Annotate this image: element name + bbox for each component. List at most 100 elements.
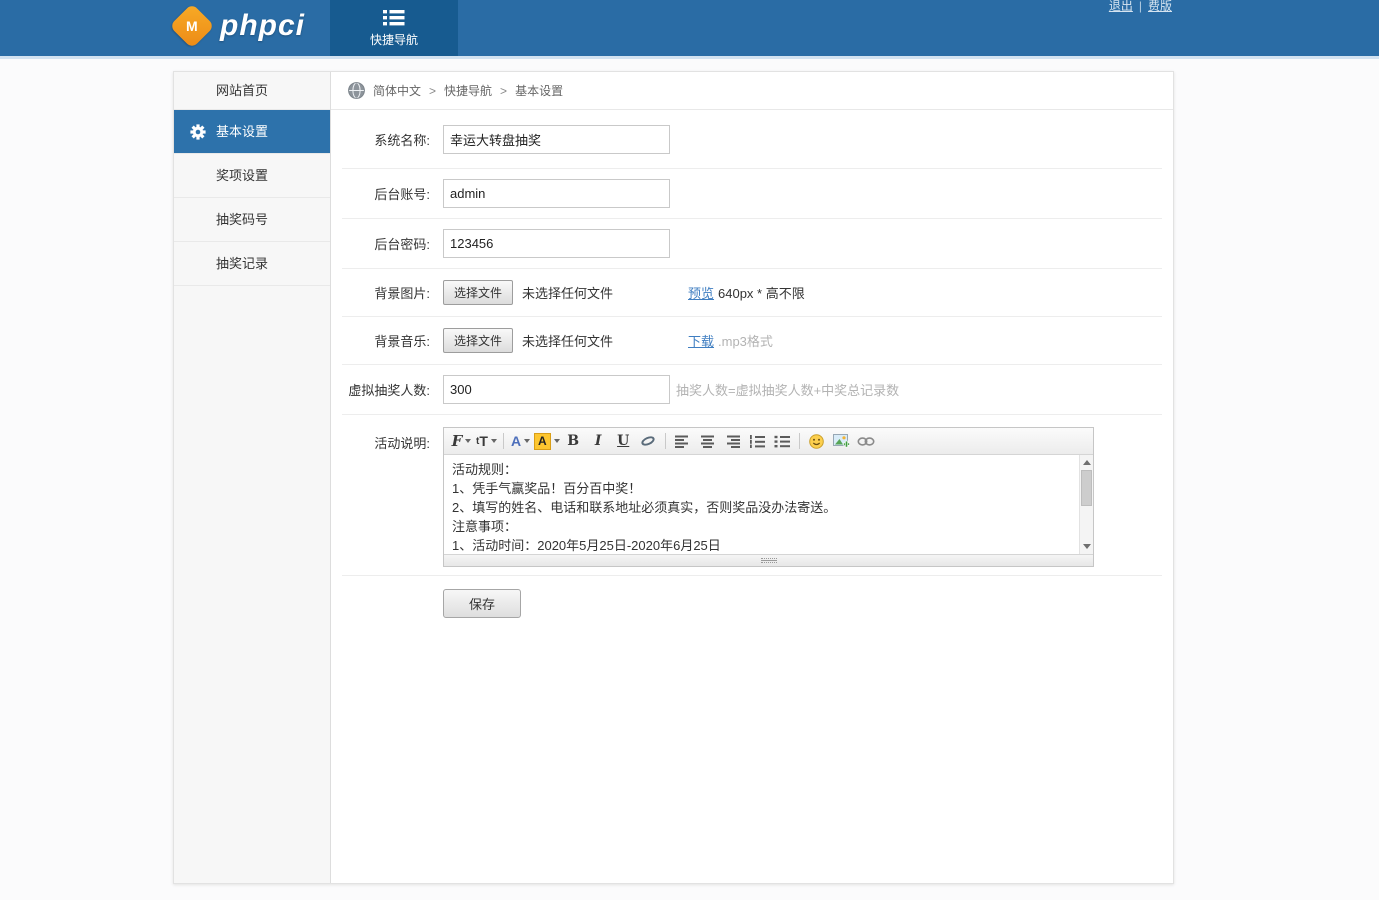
rich-text-editor: F tT A A B I U — [443, 427, 1094, 567]
app-logo[interactable]: M phpci — [176, 9, 305, 43]
italic-button[interactable]: I — [587, 430, 610, 452]
chevron-down-icon — [524, 439, 530, 443]
sidebar-item-label: 网站首页 — [216, 83, 268, 98]
scrollbar-thumb[interactable] — [1081, 470, 1092, 506]
link-icon — [857, 436, 875, 447]
list-icon — [383, 9, 405, 27]
chevron-down-icon — [465, 439, 471, 443]
text-color-button[interactable]: A — [509, 430, 532, 452]
version-link[interactable]: 费版 — [1148, 0, 1172, 13]
bg-music-file-status: 未选择任何文件 — [522, 331, 613, 350]
ordered-list-button[interactable] — [746, 430, 769, 452]
sidebar-item-lottery-codes[interactable]: 抽奖码号 — [174, 198, 330, 242]
eraser-icon — [640, 434, 656, 447]
highlight-color-button[interactable]: A — [534, 430, 560, 452]
breadcrumb-current: 基本设置 — [515, 82, 563, 99]
font-family-button[interactable]: F — [450, 430, 473, 452]
form-row-bg-image: 背景图片: 选择文件 未选择任何文件 预览 640px * 高不限 — [342, 269, 1162, 317]
editor-scrollbar[interactable] — [1079, 455, 1093, 554]
editor-resize-handle[interactable] — [444, 554, 1093, 566]
ordered-list-icon — [749, 435, 765, 448]
toolbar-separator — [665, 433, 666, 449]
scroll-up-arrow[interactable] — [1080, 456, 1093, 469]
save-row: 保存 — [342, 576, 1162, 618]
align-left-button[interactable] — [671, 430, 694, 452]
editor-toolbar: F tT A A B I U — [444, 428, 1093, 455]
sidebar-item-lottery-records[interactable]: 抽奖记录 — [174, 242, 330, 286]
align-right-icon — [725, 435, 740, 448]
nav-tab-label: 快捷导航 — [370, 31, 418, 48]
bg-music-label: 背景音乐: — [342, 331, 430, 350]
breadcrumb-quick-nav: 快捷导航 — [444, 82, 492, 99]
links-divider: | — [1139, 0, 1142, 13]
app-header: M phpci 快捷导航 退出 | 费版 — [0, 0, 1379, 59]
bg-image-choose-file-button[interactable]: 选择文件 — [443, 280, 513, 305]
admin-account-input[interactable] — [443, 179, 670, 208]
editor-line: 活动规则： — [452, 460, 1071, 479]
sidebar-item-label: 抽奖记录 — [216, 256, 268, 271]
align-left-icon — [675, 435, 690, 448]
insert-link-button[interactable] — [855, 430, 878, 452]
unordered-list-icon — [774, 435, 790, 448]
bg-image-label: 背景图片: — [342, 283, 430, 302]
sidebar-item-prize-settings[interactable]: 奖项设置 — [174, 154, 330, 198]
form-row-admin-account: 后台账号: — [342, 169, 1162, 219]
breadcrumb-separator: > — [500, 84, 507, 98]
editor-line: 1、活动时间：2020年5月25日-2020年6月25日 — [452, 536, 1071, 554]
form-row-activity-desc: 活动说明: F tT A A B I U — [342, 415, 1162, 576]
editor-line: 注意事项： — [452, 517, 1071, 536]
remove-format-button[interactable] — [637, 430, 660, 452]
form-row-bg-music: 背景音乐: 选择文件 未选择任何文件 下载 .mp3格式 — [342, 317, 1162, 365]
content-panel: 网站首页 基本设置 奖项设置 抽奖码号 抽奖记录 — [173, 71, 1174, 884]
editor-text[interactable]: 活动规则： 1、凭手气赢奖品！百分百中奖！ 2、填写的姓名、电话和联系地址必须真… — [444, 455, 1093, 554]
sidebar-item-basic-settings[interactable]: 基本设置 — [174, 110, 330, 154]
underline-button[interactable]: U — [612, 430, 635, 452]
scroll-down-arrow[interactable] — [1080, 540, 1093, 553]
gear-icon — [190, 124, 206, 140]
smiley-icon — [809, 434, 824, 449]
align-right-button[interactable] — [721, 430, 744, 452]
admin-password-input[interactable] — [443, 229, 670, 258]
align-center-icon — [700, 435, 715, 448]
form-row-virtual-players: 虚拟抽奖人数: 抽奖人数=虚拟抽奖人数+中奖总记录数 — [342, 365, 1162, 415]
bg-music-format-hint: .mp3格式 — [718, 331, 773, 350]
editor-content-area[interactable]: 活动规则： 1、凭手气赢奖品！百分百中奖！ 2、填写的姓名、电话和联系地址必须真… — [444, 455, 1093, 554]
virtual-players-hint: 抽奖人数=虚拟抽奖人数+中奖总记录数 — [676, 380, 899, 399]
nav-tab-quick-navigation[interactable]: 快捷导航 — [330, 0, 458, 56]
text-color-glyph: A — [511, 433, 521, 449]
font-size-button[interactable]: tT — [475, 430, 498, 452]
font-size-glyph: T — [479, 433, 488, 449]
breadcrumb-separator: > — [429, 84, 436, 98]
save-button[interactable]: 保存 — [443, 589, 521, 618]
sidebar-item-home[interactable]: 网站首页 — [174, 72, 330, 110]
download-link[interactable]: 下载 — [688, 331, 714, 350]
system-name-label: 系统名称: — [342, 130, 430, 149]
editor-line: 1、凭手气赢奖品！百分百中奖！ — [452, 479, 1071, 498]
unordered-list-button[interactable] — [771, 430, 794, 452]
settings-form: 系统名称: 后台账号: 后台密码: 背景图片: 选择文件 未选择任何文件 预览 … — [331, 110, 1173, 618]
emoticon-button[interactable] — [805, 430, 828, 452]
admin-password-label: 后台密码: — [342, 234, 430, 253]
bold-button[interactable]: B — [562, 430, 585, 452]
resize-grip-icon — [761, 558, 777, 563]
form-row-admin-password: 后台密码: — [342, 219, 1162, 269]
main-area: 简体中文 > 快捷导航 > 基本设置 系统名称: 后台账号: 后台密码: 背景图… — [331, 72, 1173, 883]
insert-image-button[interactable] — [830, 430, 853, 452]
activity-desc-label: 活动说明: — [342, 433, 430, 452]
form-row-system-name: 系统名称: — [342, 110, 1162, 169]
align-center-button[interactable] — [696, 430, 719, 452]
system-name-input[interactable] — [443, 125, 670, 154]
bg-music-choose-file-button[interactable]: 选择文件 — [443, 328, 513, 353]
chevron-down-icon — [554, 439, 560, 443]
toolbar-separator — [503, 433, 504, 449]
virtual-players-input[interactable] — [443, 375, 670, 404]
toolbar-separator — [799, 433, 800, 449]
logout-link[interactable]: 退出 — [1109, 0, 1133, 13]
triangle-down-icon — [1083, 544, 1091, 549]
preview-link[interactable]: 预览 — [688, 283, 714, 302]
bg-image-hint: 预览 640px * 高不限 — [688, 283, 805, 302]
chevron-down-icon — [491, 439, 497, 443]
sidebar-item-label: 奖项设置 — [216, 168, 268, 183]
font-family-glyph: F — [452, 432, 463, 450]
triangle-up-icon — [1083, 460, 1091, 465]
